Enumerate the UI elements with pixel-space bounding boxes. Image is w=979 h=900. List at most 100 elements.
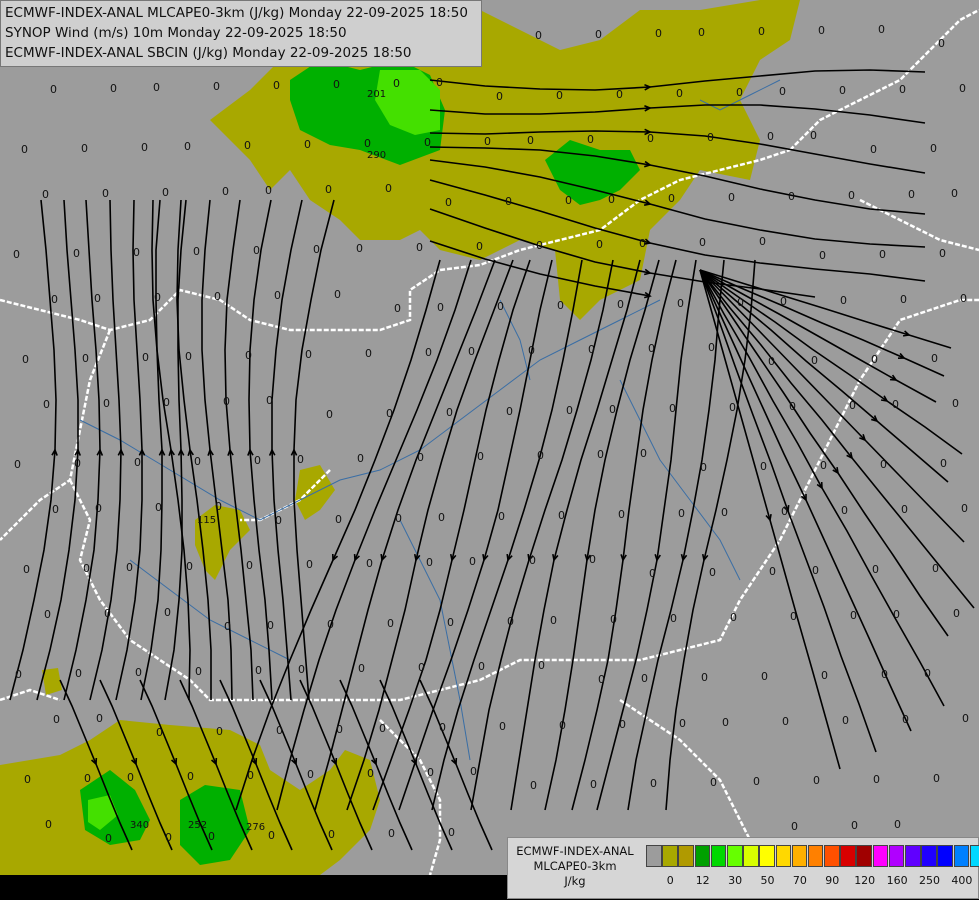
sbcin-zero-label: 0 [650,777,657,790]
sbcin-zero-label: 0 [163,396,170,409]
sbcin-zero-label: 0 [268,829,275,842]
sbcin-zero-label: 0 [788,190,795,203]
wind-streamline [36,199,79,701]
weather-map: 0 0 0 0 0 0 0 0 0 0 0 0 0 0 0 0 0 0 0 0 0 0 0 0 0 0 0 0 0 0 0 0 0 0 0 0 0 0 0 0… [0,0,979,900]
legend-title-line-1: ECMWF-INDEX-ANAL [516,844,634,858]
sbcin-zero-label: 0 [841,504,848,517]
sbcin-zero-label: 0 [528,344,535,357]
sbcin-zero-label: 0 [670,612,677,625]
sbcin-zero-label: 0 [758,25,765,38]
sbcin-zero-label: 0 [276,724,283,737]
sbcin-zero-label: 0 [722,716,729,729]
sbcin-zero-label: 0 [499,720,506,733]
sbcin-zero-label: 0 [759,235,766,248]
sbcin-zero-label: 0 [899,83,906,96]
legend-swatch [888,845,905,867]
sbcin-zero-label: 0 [134,456,141,469]
sbcin-zero-label: 0 [469,555,476,568]
sbcin-zero-label: 0 [679,717,686,730]
wind-streamline [9,199,57,701]
wind-streamline [271,199,303,701]
legend-swatch [840,845,856,867]
legend-swatch [726,845,743,867]
legend-ticks: 0 12 30 50 70 90 120 160 250 400 [646,874,976,890]
sbcin-zero-label: 0 [559,719,566,732]
sbcin-zero-label: 0 [873,773,880,786]
sbcin-zero-label: 0 [222,185,229,198]
sbcin-zero-label: 0 [536,239,543,252]
sbcin-zero-label: 0 [213,80,220,93]
legend-swatch [824,845,840,867]
sbcin-zero-label: 0 [153,81,160,94]
legend-swatch [662,845,678,867]
sbcin-zero-label: 0 [931,352,938,365]
sbcin-zero-label: 0 [141,141,148,154]
sbcin-zero-label: 0 [893,608,900,621]
sbcin-zero-label: 0 [247,769,254,782]
sbcin-zero-label: 0 [75,667,82,680]
sbcin-zero-label: 0 [274,289,281,302]
sbcin-zero-label: 0 [74,457,81,470]
sbcin-zero-label: 0 [13,248,20,261]
sbcin-zero-label: 0 [334,288,341,301]
sbcin-zero-label: 0 [468,345,475,358]
wind-streamline [89,199,122,701]
legend-tick-label: 250 [919,874,940,887]
border-line [859,198,979,252]
sbcin-zero-label: 0 [616,88,623,101]
sbcin-zero-label: 0 [962,712,969,725]
legend-swatch [646,845,662,867]
sbcin-zero-label: 0 [641,672,648,685]
sbcin-zero-label: 0 [842,714,849,727]
sbcin-zero-label: 0 [448,826,455,839]
sbcin-zero-label: 0 [244,139,251,152]
sbcin-zero-label: 0 [82,352,89,365]
sbcin-zero-label: 0 [127,771,134,784]
legend-swatches [646,845,979,867]
sbcin-zero-label: 0 [194,455,201,468]
sbcin-zero-label: 0 [676,87,683,100]
sbcin-zero-label: 0 [42,188,49,201]
sbcin-zero-label: 0 [439,721,446,734]
sbcin-zero-label: 0 [598,673,605,686]
sbcin-zero-label: 0 [736,86,743,99]
legend-swatch [905,845,921,867]
sbcin-zero-label: 0 [15,668,22,681]
sbcin-zero-label: 0 [597,448,604,461]
sbcin-zero-label: 0 [924,667,931,680]
sbcin-zero-label: 0 [527,134,534,147]
sbcin-zero-label: 0 [779,85,786,98]
sbcin-zero-label: 0 [538,659,545,672]
sbcin-zero-label: 0 [298,663,305,676]
sbcin-zero-label: 0 [810,129,817,142]
sbcin-zero-label: 0 [587,133,594,146]
sbcin-zero-label: 0 [880,458,887,471]
sbcin-zero-label: 0 [849,399,856,412]
legend-swatch [856,845,873,867]
sbcin-zero-label: 0 [529,554,536,567]
title-line-1: ECMWF-INDEX-ANAL MLCAPE0-3km (J/kg) Mond… [5,5,468,21]
sbcin-zero-label: 0 [164,606,171,619]
sbcin-zero-label: 0 [484,135,491,148]
sbcin-zero-label: 0 [326,408,333,421]
sbcin-zero-label: 0 [730,611,737,624]
sbcin-zero-label: 0 [710,776,717,789]
sbcin-zero-label: 0 [595,28,602,41]
sbcin-zero-label: 0 [709,566,716,579]
cape-value-label: 252 [188,820,207,831]
sbcin-zero-label: 0 [386,407,393,420]
sbcin-zero-label: 0 [699,236,706,249]
sbcin-zero-label: 0 [930,142,937,155]
sbcin-zero-label: 0 [557,299,564,312]
sbcin-zero-label: 0 [566,404,573,417]
sbcin-zero-label: 0 [589,553,596,566]
sbcin-zero-label: 0 [952,397,959,410]
sbcin-zero-label: 0 [881,668,888,681]
sbcin-zero-label: 0 [470,765,477,778]
sbcin-zero-label: 0 [618,508,625,521]
cape-value-label: 115 [197,515,216,526]
sbcin-zero-label: 0 [608,193,615,206]
sbcin-zero-label: 0 [933,772,940,785]
sbcin-zero-label: 0 [781,505,788,518]
sbcin-zero-label: 0 [677,297,684,310]
